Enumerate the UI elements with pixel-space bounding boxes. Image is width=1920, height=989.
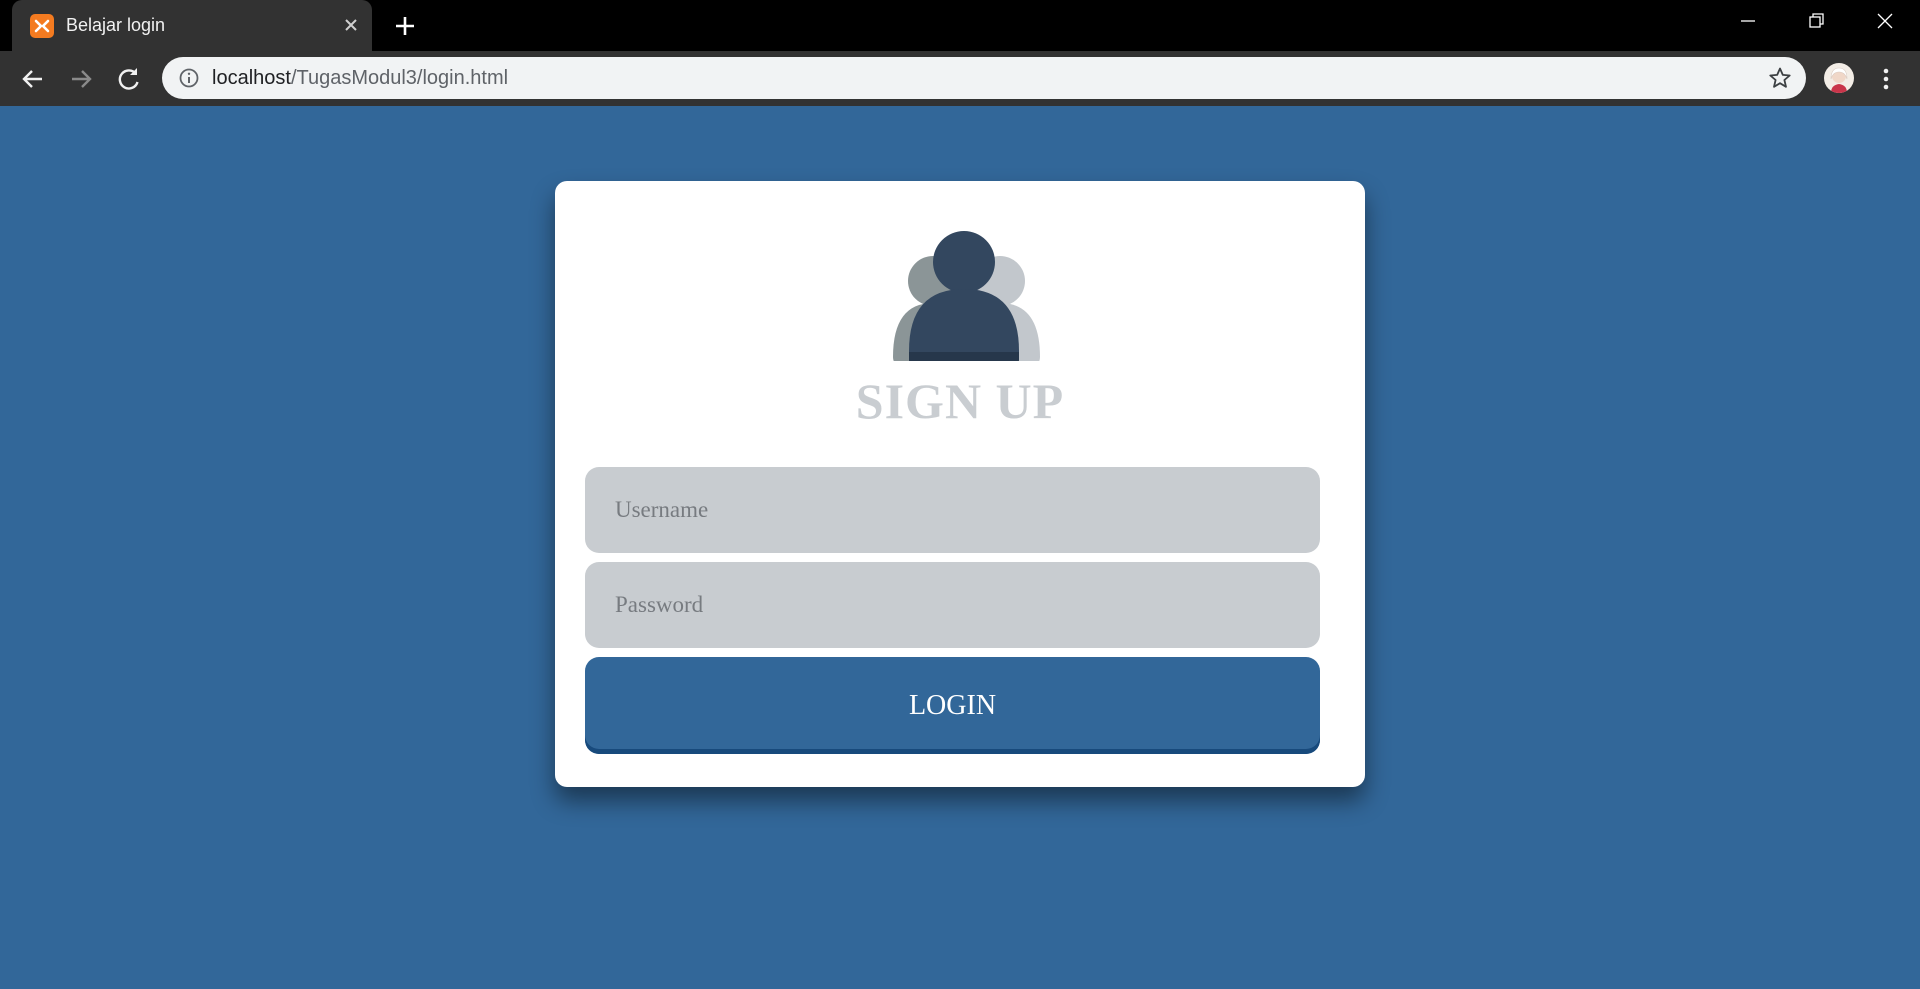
login-card: SIGN UP LOGIN <box>555 181 1365 787</box>
arrow-right-icon[interactable] <box>67 65 95 93</box>
info-icon[interactable] <box>178 67 200 89</box>
browser-chrome: Belajar login localhost/TugasModul3/logi… <box>0 0 1920 106</box>
minimize-icon[interactable] <box>1733 8 1763 36</box>
xampp-icon <box>30 14 54 38</box>
kebab-menu-icon[interactable] <box>1876 65 1896 93</box>
toolbar: localhost/TugasModul3/login.html <box>0 51 1920 106</box>
username-input[interactable] <box>585 467 1320 553</box>
address-bar[interactable]: localhost/TugasModul3/login.html <box>162 57 1806 99</box>
close-tab-icon[interactable] <box>340 14 362 36</box>
page-content: SIGN UP LOGIN <box>0 106 1920 989</box>
url-path: /TugasModul3/login.html <box>290 67 509 89</box>
url-text[interactable]: localhost/TugasModul3/login.html <box>212 66 508 90</box>
tab-strip: Belajar login <box>0 0 1920 51</box>
url-host: localhost <box>212 67 291 89</box>
close-window-icon[interactable] <box>1870 8 1900 36</box>
restore-icon[interactable] <box>1801 8 1831 36</box>
reload-icon[interactable] <box>115 65 143 93</box>
arrow-left-icon[interactable] <box>19 65 47 93</box>
page-title: SIGN UP <box>855 373 1065 429</box>
star-icon[interactable] <box>1768 66 1792 90</box>
new-tab-icon[interactable] <box>392 13 418 39</box>
users-icon <box>883 231 1043 365</box>
profile-avatar[interactable] <box>1824 63 1854 93</box>
password-input[interactable] <box>585 562 1320 648</box>
tab-title: Belajar login <box>66 15 166 35</box>
tab-belajar-login[interactable]: Belajar login <box>12 0 372 51</box>
login-button[interactable]: LOGIN <box>585 657 1320 754</box>
